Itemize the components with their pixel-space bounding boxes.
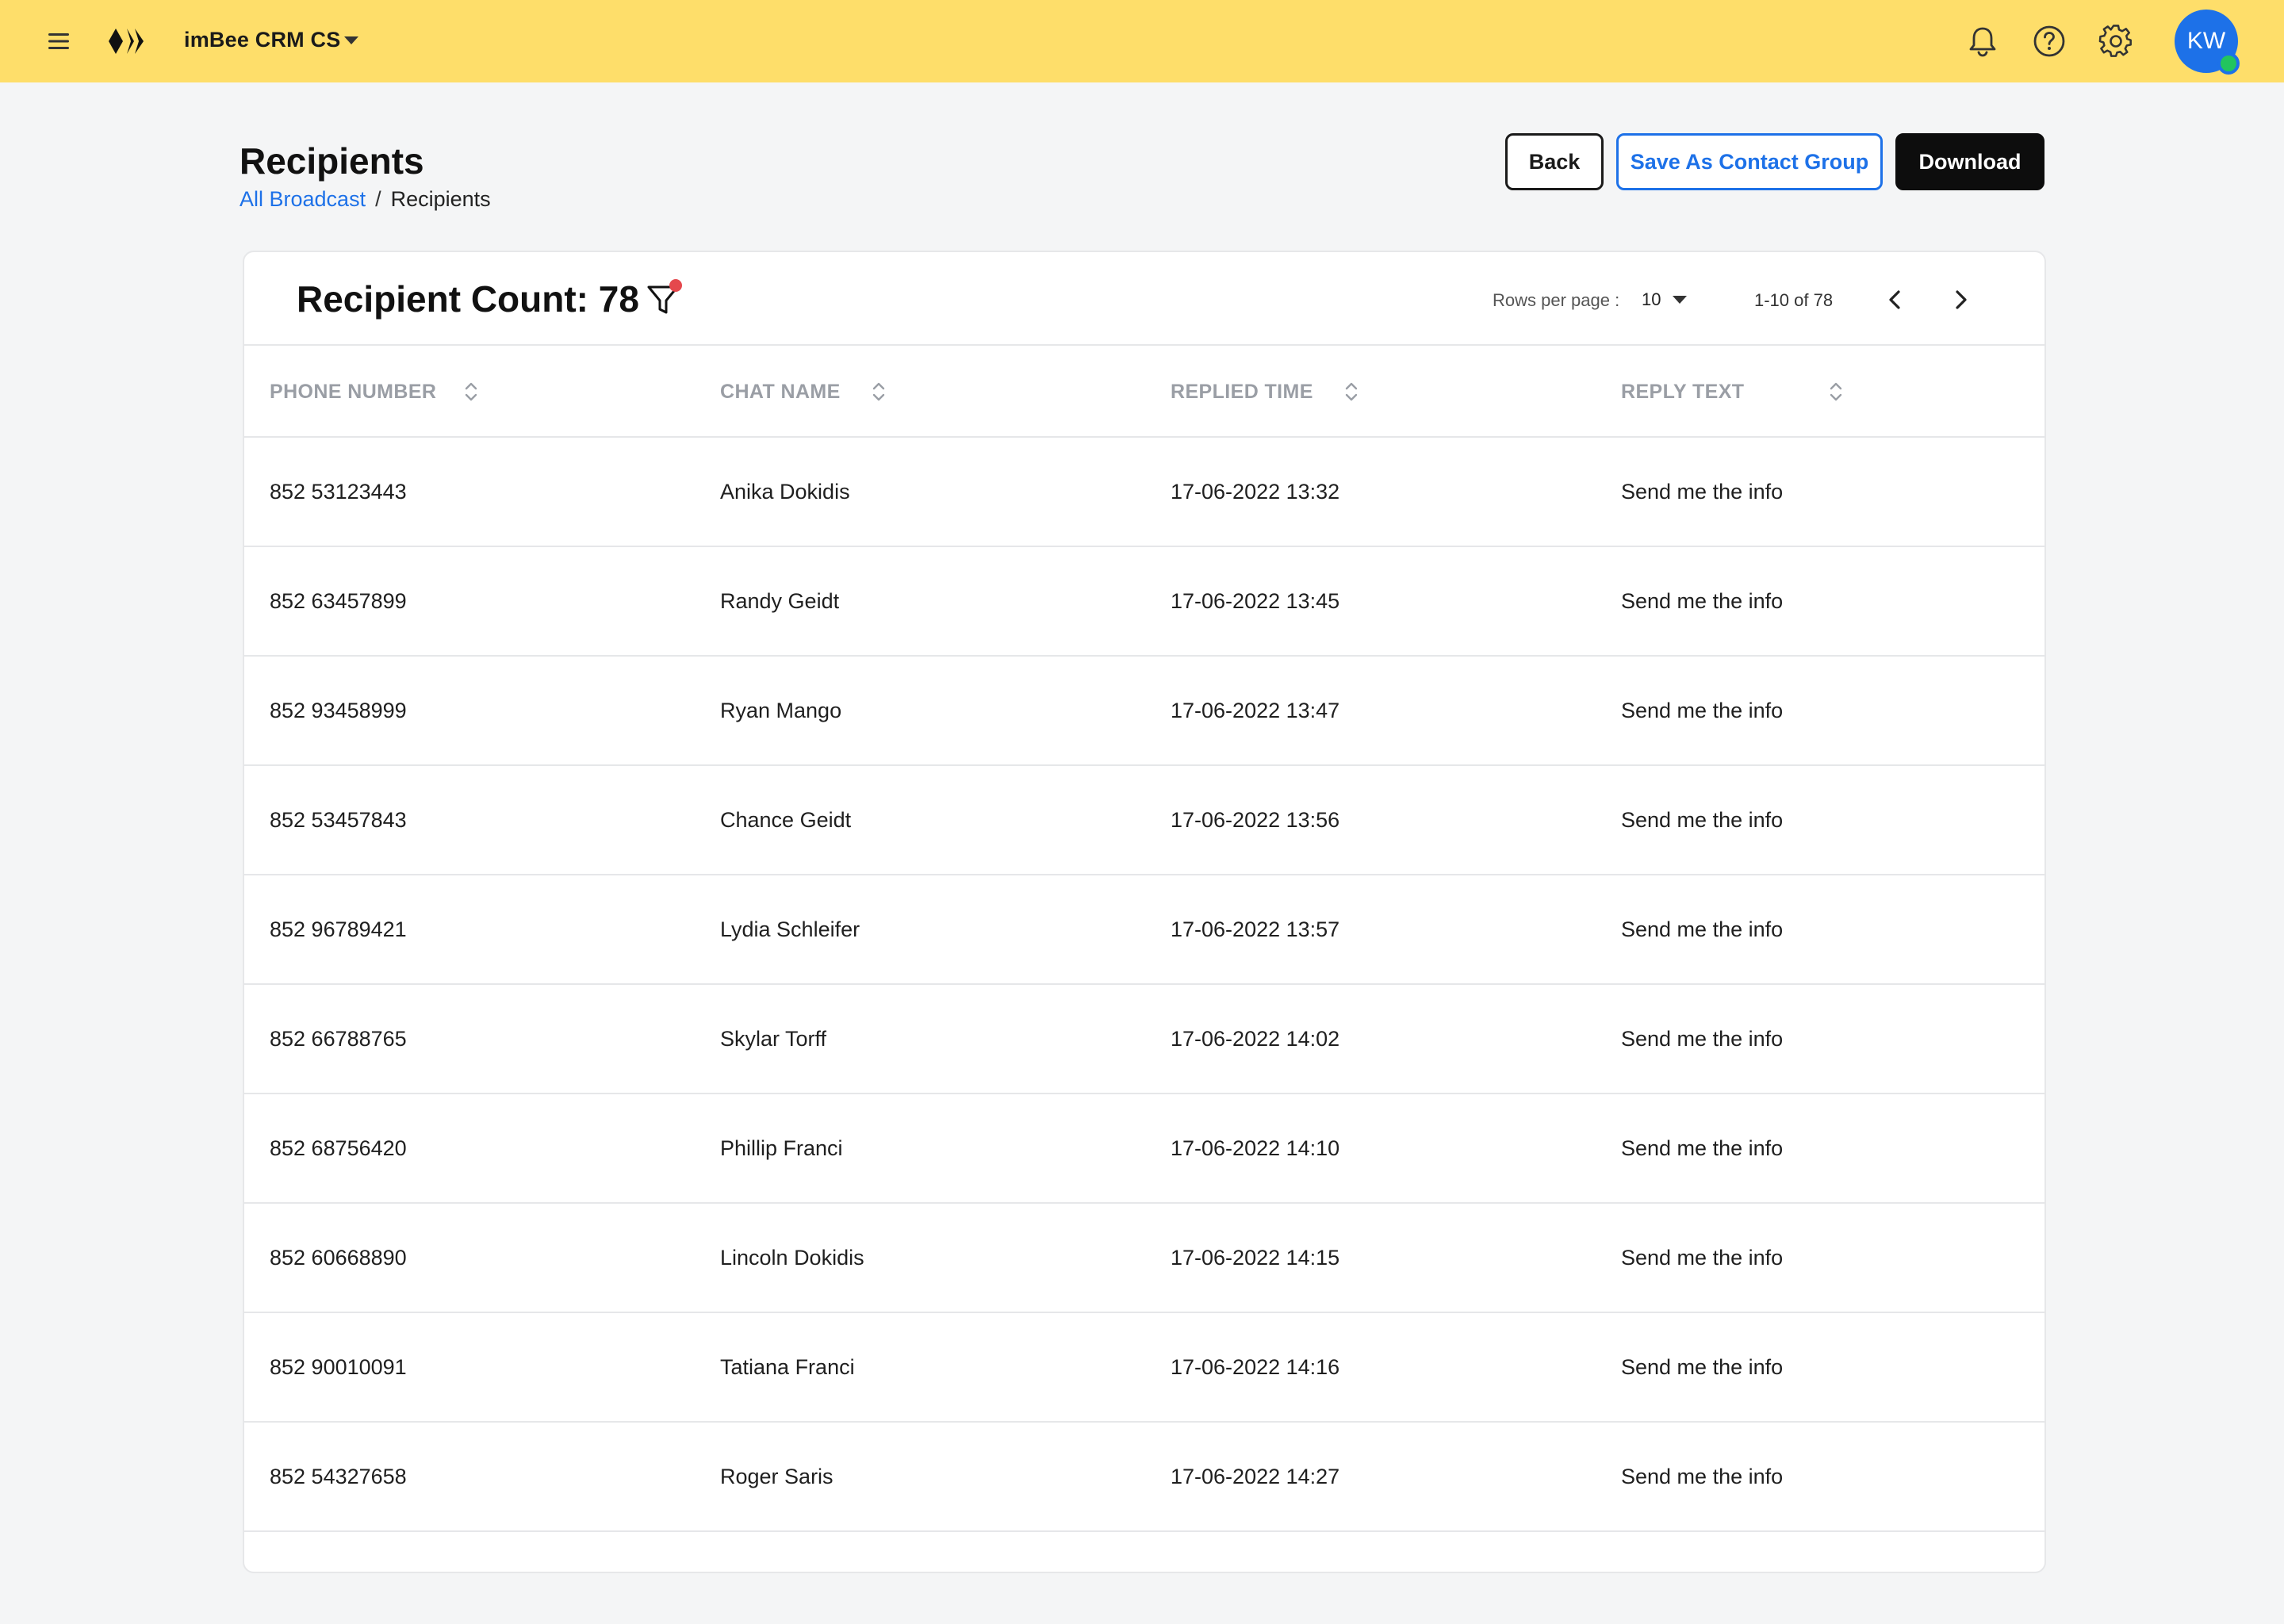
- column-header-chat-name[interactable]: CHAT NAME: [720, 346, 887, 438]
- chevron-left-icon[interactable]: [1878, 282, 1913, 317]
- cell-reply-text: Send me the info: [1621, 1026, 1784, 1051]
- column-header-replied-time[interactable]: REPLIED TIME: [1171, 346, 1359, 438]
- cell-reply-text: Send me the info: [1621, 1136, 1784, 1160]
- chevron-down-icon[interactable]: [343, 35, 360, 46]
- cell-phone-number: 852 66788765: [270, 1026, 407, 1051]
- rows-per-page-label: Rows per page :: [1493, 290, 1620, 310]
- cell-chat-name: Lincoln Dokidis: [720, 1245, 864, 1270]
- cell-reply-text: Send me the info: [1621, 698, 1784, 722]
- column-header-phone-number[interactable]: PHONE NUMBER: [270, 346, 479, 438]
- top-app-bar: imBee CRM CS KW: [0, 0, 2284, 82]
- cell-phone-number: 852 96789421: [270, 917, 407, 941]
- column-header-label: REPLY TEXT: [1621, 380, 1745, 403]
- gear-icon[interactable]: [2098, 24, 2133, 59]
- bell-icon[interactable]: [1965, 24, 2000, 59]
- rows-per-page-value: 10: [1642, 289, 1661, 309]
- column-header-label: PHONE NUMBER: [270, 380, 437, 403]
- cell-replied-time: 17-06-2022 14:02: [1171, 1026, 1340, 1051]
- cell-chat-name: Randy Geidt: [720, 588, 840, 613]
- table-body: 852 53123443 Anika Dokidis 17-06-2022 13…: [244, 438, 2044, 1532]
- cell-chat-name: Phillip Franci: [720, 1136, 843, 1160]
- cell-reply-text: Send me the info: [1621, 1245, 1784, 1270]
- rows-per-page-select[interactable]: 10: [1642, 284, 1700, 316]
- table-row[interactable]: 852 68756420 Phillip Franci 17-06-2022 1…: [244, 1094, 2044, 1204]
- back-button[interactable]: Back: [1505, 133, 1604, 190]
- help-icon[interactable]: [2032, 24, 2067, 59]
- breadcrumb-all-broadcast[interactable]: All Broadcast: [240, 187, 366, 212]
- column-header-reply-text[interactable]: REPLY TEXT: [1621, 346, 1844, 438]
- table-row[interactable]: 852 53457843 Chance Geidt 17-06-2022 13:…: [244, 766, 2044, 875]
- table-header: PHONE NUMBER CHAT NAME REPLIED TIME REPL…: [244, 346, 2044, 438]
- cell-chat-name: Ryan Mango: [720, 698, 842, 722]
- column-header-label: CHAT NAME: [720, 380, 841, 403]
- cell-chat-name: Tatiana Franci: [720, 1354, 855, 1379]
- table-row[interactable]: 852 96789421 Lydia Schleifer 17-06-2022 …: [244, 875, 2044, 985]
- cell-replied-time: 17-06-2022 13:57: [1171, 917, 1340, 941]
- sort-icon: [1345, 382, 1358, 401]
- table-row[interactable]: 852 90010091 Tatiana Franci 17-06-2022 1…: [244, 1313, 2044, 1423]
- cell-chat-name: Roger Saris: [720, 1464, 834, 1488]
- breadcrumb-separator: /: [375, 187, 381, 211]
- cell-replied-time: 17-06-2022 14:16: [1171, 1354, 1340, 1379]
- cell-phone-number: 852 53123443: [270, 479, 407, 504]
- menu-icon[interactable]: [46, 29, 71, 54]
- cell-phone-number: 852 53457843: [270, 807, 407, 832]
- breadcrumb: All Broadcast / Recipients: [240, 187, 491, 212]
- cell-reply-text: Send me the info: [1621, 1354, 1784, 1379]
- table-row[interactable]: 852 53123443 Anika Dokidis 17-06-2022 13…: [244, 438, 2044, 547]
- chevron-down-icon: [1673, 296, 1688, 304]
- cell-replied-time: 17-06-2022 13:32: [1171, 479, 1340, 504]
- brand-logo-icon[interactable]: [108, 27, 144, 56]
- cell-replied-time: 17-06-2022 13:45: [1171, 588, 1340, 613]
- cell-phone-number: 852 90010091: [270, 1354, 407, 1379]
- app-name[interactable]: imBee CRM CS: [184, 28, 340, 52]
- filter-active-dot: [669, 279, 682, 292]
- cell-phone-number: 852 93458999: [270, 698, 407, 722]
- sort-icon: [466, 382, 477, 401]
- cell-replied-time: 17-06-2022 14:10: [1171, 1136, 1340, 1160]
- card-header: Recipient Count: 78 Rows per page : 10 1…: [244, 252, 2044, 346]
- pagination-range: 1-10 of 78: [1754, 290, 1834, 310]
- user-initials: KW: [2186, 28, 2226, 54]
- table-row[interactable]: 852 93458999 Ryan Mango 17-06-2022 13:47…: [244, 657, 2044, 766]
- online-status-dot: [2217, 52, 2240, 75]
- chevron-right-icon[interactable]: [1943, 282, 1978, 317]
- cell-chat-name: Lydia Schleifer: [720, 917, 860, 941]
- sort-icon: [1830, 382, 1842, 401]
- cell-chat-name: Anika Dokidis: [720, 479, 850, 504]
- cell-phone-number: 852 60668890: [270, 1245, 407, 1270]
- cell-replied-time: 17-06-2022 14:27: [1171, 1464, 1340, 1488]
- cell-chat-name: Chance Geidt: [720, 807, 852, 832]
- cell-reply-text: Send me the info: [1621, 807, 1784, 832]
- cell-reply-text: Send me the info: [1621, 1464, 1784, 1488]
- recipients-card: Recipient Count: 78 Rows per page : 10 1…: [243, 251, 2046, 1573]
- cell-reply-text: Send me the info: [1621, 479, 1784, 504]
- download-button[interactable]: Download: [1895, 133, 2044, 190]
- table-row[interactable]: 852 66788765 Skylar Torff 17-06-2022 14:…: [244, 985, 2044, 1094]
- table-row[interactable]: 852 63457899 Randy Geidt 17-06-2022 13:4…: [244, 547, 2044, 657]
- cell-replied-time: 17-06-2022 13:47: [1171, 698, 1340, 722]
- cell-chat-name: Skylar Torff: [720, 1026, 827, 1051]
- recipient-count: Recipient Count: 78: [297, 278, 639, 320]
- cell-phone-number: 852 54327658: [270, 1464, 407, 1488]
- cell-replied-time: 17-06-2022 14:15: [1171, 1245, 1340, 1270]
- save-as-contact-group-button[interactable]: Save As Contact Group: [1616, 133, 1883, 190]
- cell-reply-text: Send me the info: [1621, 588, 1784, 613]
- cell-phone-number: 852 63457899: [270, 588, 407, 613]
- sort-icon: [872, 382, 884, 401]
- breadcrumb-current: Recipients: [390, 187, 491, 211]
- cell-reply-text: Send me the info: [1621, 917, 1784, 941]
- page-title: Recipients: [240, 140, 424, 182]
- table-row[interactable]: 852 60668890 Lincoln Dokidis 17-06-2022 …: [244, 1204, 2044, 1313]
- cell-phone-number: 852 68756420: [270, 1136, 407, 1160]
- table-row[interactable]: 852 54327658 Roger Saris 17-06-2022 14:2…: [244, 1423, 2044, 1532]
- column-header-label: REPLIED TIME: [1171, 380, 1313, 403]
- cell-replied-time: 17-06-2022 13:56: [1171, 807, 1340, 832]
